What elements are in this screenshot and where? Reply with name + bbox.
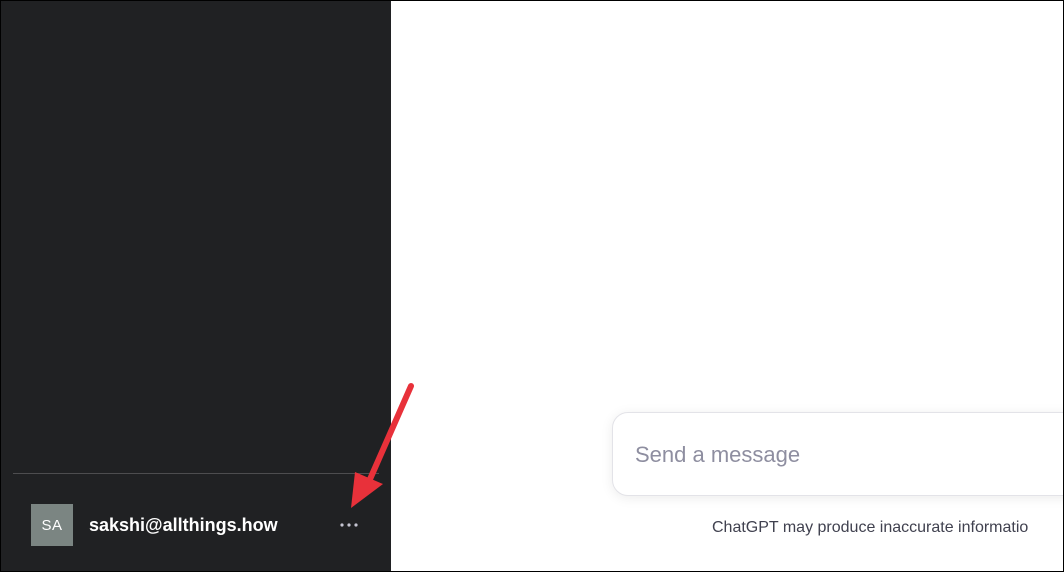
app-window: SA sakshi@allthings.how ChatGPT may prod… — [0, 0, 1064, 572]
sidebar-divider — [13, 473, 379, 474]
message-input[interactable] — [635, 440, 1063, 470]
message-composer[interactable] — [612, 412, 1063, 496]
disclaimer-text: ChatGPT may produce inaccurate informati… — [712, 519, 1029, 536]
avatar: SA — [31, 504, 73, 546]
ellipsis-icon — [340, 523, 358, 527]
chat-main: ChatGPT may produce inaccurate informati… — [391, 1, 1063, 571]
sidebar: SA sakshi@allthings.how — [1, 1, 391, 571]
account-menu-row[interactable]: SA sakshi@allthings.how — [31, 504, 371, 546]
more-options-button[interactable] — [336, 515, 362, 535]
account-email: sakshi@allthings.how — [89, 514, 278, 535]
